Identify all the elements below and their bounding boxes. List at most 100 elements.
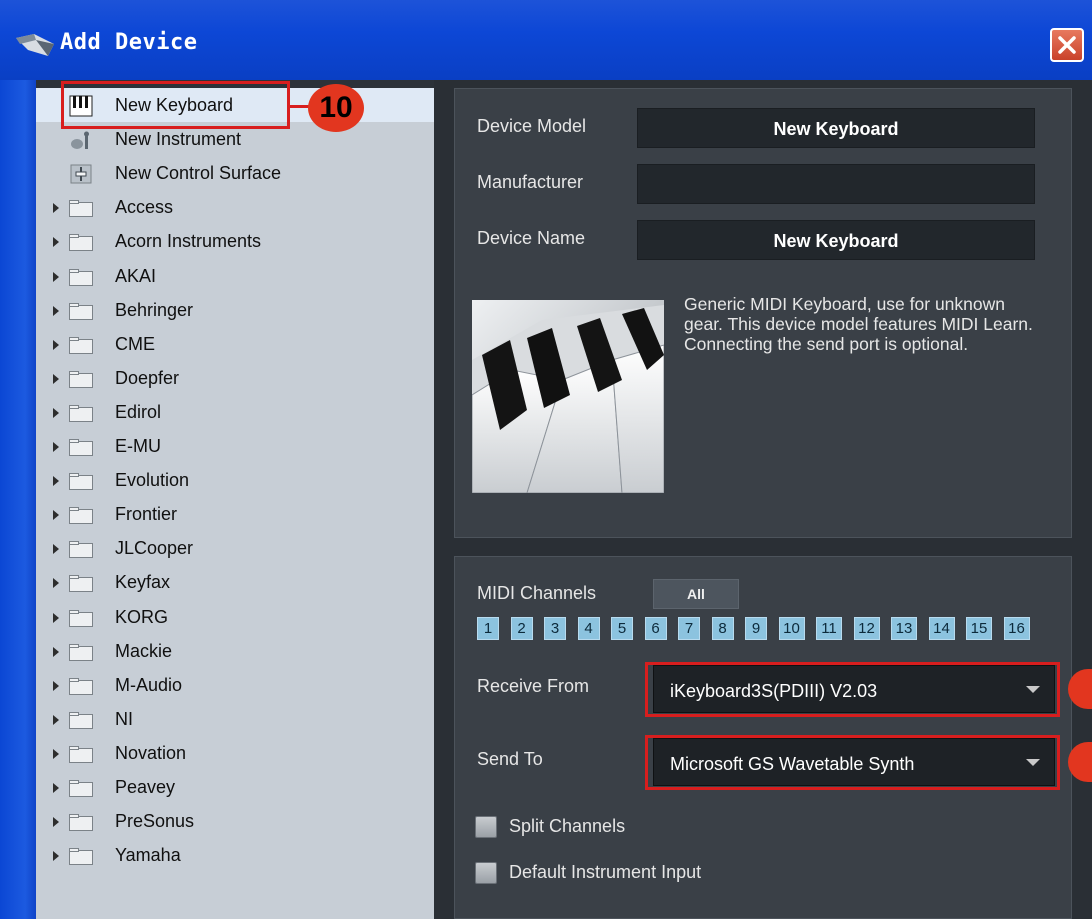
expand-arrow-icon[interactable]: [53, 305, 59, 316]
close-button[interactable]: [1050, 28, 1084, 62]
device-list-item[interactable]: Mackie: [36, 634, 434, 668]
folder-icon: [69, 575, 93, 593]
manufacturer-field[interactable]: [637, 164, 1035, 204]
device-list-item-label: NI: [115, 708, 133, 729]
expand-arrow-icon[interactable]: [53, 339, 59, 350]
expand-arrow-icon[interactable]: [53, 783, 59, 793]
midi-channel-5[interactable]: 5: [611, 617, 633, 640]
folder-icon: [69, 848, 93, 866]
device-list-item[interactable]: Novation: [36, 736, 434, 770]
device-list-item[interactable]: KORG: [36, 600, 434, 634]
split-channels-checkbox[interactable]: [475, 816, 497, 838]
device-list-item[interactable]: Behringer: [36, 293, 434, 327]
midi-channel-7[interactable]: 7: [678, 617, 700, 640]
device-model-label: Device Model: [477, 116, 587, 136]
device-list-item-label: Behringer: [115, 299, 194, 320]
midi-channel-4[interactable]: 4: [577, 617, 600, 640]
device-list-item[interactable]: M-Audio: [36, 668, 434, 702]
midi-channel-16[interactable]: 16: [1003, 617, 1030, 640]
device-list-item[interactable]: Frontier: [36, 497, 434, 531]
device-list[interactable]: New Keyboard New Instrument New Control Su…: [36, 88, 434, 919]
device-name-label: Device Name: [477, 228, 586, 248]
device-list-item-label: New Instrument: [115, 129, 242, 150]
window-title: Add Device: [60, 30, 198, 55]
device-list-item[interactable]: AKAI: [36, 259, 434, 293]
title-bar[interactable]: Add Device: [0, 0, 1092, 80]
device-list-item[interactable]: JLCooper: [36, 531, 434, 565]
expand-arrow-icon[interactable]: [53, 612, 59, 623]
device-list-item[interactable]: PreSonus: [36, 804, 434, 838]
midi-channel-13[interactable]: 13: [891, 617, 917, 640]
device-name-field[interactable]: New Keyboard: [637, 220, 1035, 260]
device-list-item[interactable]: Access: [36, 190, 434, 224]
expand-arrow-icon[interactable]: [53, 646, 59, 657]
midi-channel-12[interactable]: 12: [853, 617, 880, 640]
device-list-item[interactable]: NI: [36, 702, 434, 736]
device-model-field[interactable]: New Keyboard: [637, 108, 1035, 148]
expand-arrow-icon[interactable]: [53, 680, 59, 691]
expand-arrow-icon[interactable]: [53, 817, 59, 828]
midi-channel-10[interactable]: 10: [778, 617, 805, 640]
device-list-item-label: Keyfax: [115, 572, 171, 593]
folder-icon: [69, 711, 93, 729]
device-list-item[interactable]: E-MU: [36, 429, 434, 463]
midi-channel-14[interactable]: 14: [928, 617, 955, 640]
device-list-item[interactable]: Evolution: [36, 463, 434, 497]
instrument-icon: [71, 131, 89, 150]
expand-arrow-icon[interactable]: [53, 237, 59, 248]
midi-channels-label: MIDI Channels: [477, 583, 597, 603]
expand-arrow-icon[interactable]: [53, 714, 59, 725]
keyboard-image: [472, 300, 664, 493]
expand-arrow-icon[interactable]: [53, 203, 59, 214]
folder-icon: [69, 780, 93, 797]
midi-channel-8[interactable]: 8: [711, 617, 734, 640]
device-list-item-label: Yamaha: [115, 845, 181, 866]
expand-arrow-icon[interactable]: [53, 407, 59, 418]
receive-highlight: [645, 662, 1060, 717]
device-list-item[interactable]: Edirol: [36, 395, 434, 429]
midi-channel-9[interactable]: 9: [745, 617, 767, 640]
midi-channel-11[interactable]: 11: [816, 617, 842, 640]
expand-arrow-icon[interactable]: [53, 442, 59, 452]
folder-icon: [69, 370, 93, 388]
expand-arrow-icon[interactable]: [53, 578, 59, 589]
default-instrument-input-label: Default Instrument Input: [509, 862, 702, 882]
expand-arrow-icon[interactable]: [53, 476, 59, 487]
folder-icon: [69, 507, 93, 525]
folder-icon: [69, 336, 93, 354]
add-device-window: Add Device New Keyboard New Instrument New…: [0, 0, 1092, 919]
device-list-item[interactable]: Doepfer: [36, 361, 434, 395]
folder-icon: [69, 302, 93, 320]
folder-icon: [69, 609, 93, 627]
device-list-item-label: CME: [115, 333, 155, 354]
midi-channel-3[interactable]: 3: [544, 617, 566, 640]
device-list-item-label: JLCooper: [115, 538, 194, 559]
all-channels-button[interactable]: All: [653, 579, 739, 609]
midi-channel-2[interactable]: 2: [510, 617, 533, 640]
midi-channel-1[interactable]: 1: [477, 617, 499, 640]
expand-arrow-icon[interactable]: [53, 510, 59, 521]
device-list-item-label: Doepfer: [115, 367, 180, 388]
device-list-item-label: M-Audio: [115, 674, 183, 695]
device-list-item[interactable]: Yamaha: [36, 838, 434, 872]
midi-channel-6[interactable]: 6: [644, 617, 667, 640]
device-list-item[interactable]: Peavey: [36, 770, 434, 804]
device-list-item[interactable]: CME: [36, 327, 434, 361]
expand-arrow-icon[interactable]: [53, 748, 59, 759]
folder-icon: [69, 745, 93, 763]
expand-arrow-icon[interactable]: [53, 544, 59, 555]
device-list-item-label: Acorn Instruments: [115, 231, 262, 252]
folder-icon: [69, 473, 93, 491]
folder-icon: [69, 200, 93, 218]
device-list-item-label: Peavey: [115, 777, 176, 797]
folder-icon: [69, 268, 93, 286]
device-list-item[interactable]: Acorn Instruments: [36, 224, 434, 258]
midi-channel-15[interactable]: 15: [966, 617, 992, 640]
expand-arrow-icon[interactable]: [53, 373, 59, 384]
default-instrument-input-checkbox[interactable]: [475, 862, 497, 884]
device-list-item[interactable]: New Control Surface: [36, 156, 434, 190]
expand-arrow-icon[interactable]: [53, 271, 59, 282]
expand-arrow-icon[interactable]: [53, 851, 59, 862]
app-logo-icon: [16, 34, 54, 56]
device-list-item[interactable]: Keyfax: [36, 565, 434, 599]
